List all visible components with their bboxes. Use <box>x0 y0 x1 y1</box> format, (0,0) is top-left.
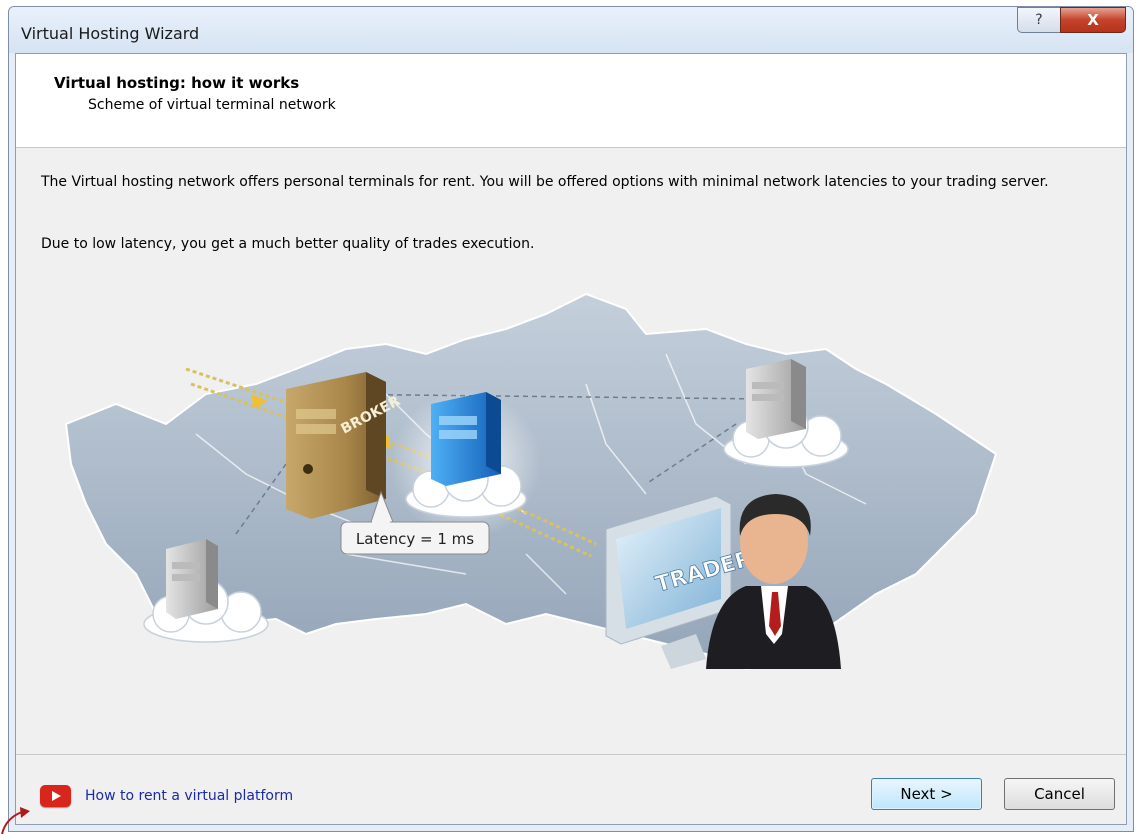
wizard-header: Virtual hosting: how it works Scheme of … <box>16 54 1126 148</box>
wizard-client-area: Virtual hosting: how it works Scheme of … <box>15 53 1127 825</box>
network-scheme-diagram: BROKER Latency = 1 ms TRADER <box>64 292 998 671</box>
close-x-icon: X <box>1087 11 1099 29</box>
cancel-button[interactable]: Cancel <box>1004 778 1115 810</box>
virtual-server-icon <box>431 392 501 486</box>
annotation-arrow-icon <box>1 807 30 834</box>
youtube-play-icon[interactable] <box>40 785 71 807</box>
wizard-window: Virtual Hosting Wizard ? X Virtual hosti… <box>8 6 1134 832</box>
help-button[interactable]: ? <box>1017 7 1061 33</box>
latency-paragraph: Due to low latency, you get a much bette… <box>41 236 535 252</box>
latency-label: Latency = 1 ms <box>356 530 474 548</box>
next-button[interactable]: Next > <box>871 778 982 810</box>
title-bar: Virtual Hosting Wizard ? X <box>9 7 1133 53</box>
footer-divider <box>16 754 1126 755</box>
close-button[interactable]: X <box>1060 7 1126 33</box>
server-icon <box>746 359 806 439</box>
broker-server-icon: BROKER <box>286 372 403 519</box>
page-title: Virtual hosting: how it works <box>54 74 300 92</box>
video-tutorial-link[interactable]: How to rent a virtual platform <box>85 788 293 804</box>
page-subtitle: Scheme of virtual terminal network <box>88 97 336 113</box>
window-title: Virtual Hosting Wizard <box>21 24 200 43</box>
question-mark-icon: ? <box>1035 12 1043 28</box>
server-icon <box>166 539 218 619</box>
description-paragraph: The Virtual hosting network offers perso… <box>41 174 1049 190</box>
